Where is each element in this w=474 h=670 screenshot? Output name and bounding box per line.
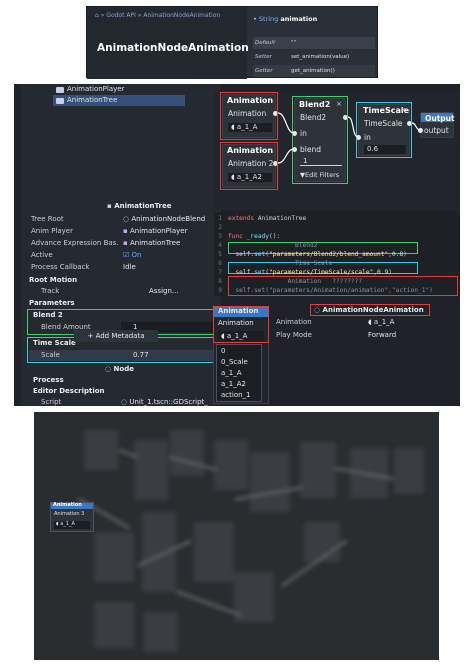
code-token: self.set("parameters/Animation/animation…	[228, 287, 433, 294]
node-path-icon: ▪	[123, 227, 128, 235]
code-token: 0.9	[377, 269, 389, 276]
code-token: set	[254, 251, 266, 258]
track-row[interactable]: Track Assign...	[29, 286, 217, 297]
play-mode-row[interactable]: Play Mode Forward	[274, 330, 458, 341]
track-assign-button[interactable]: Assign...	[149, 286, 179, 297]
property-name: animation	[280, 15, 318, 23]
script-value[interactable]: ◌ Unit_1.tscn::GDScript_	[121, 397, 208, 408]
tree-item-label: AnimationTree	[67, 96, 118, 104]
anim-player-row[interactable]: Anim Player ▪ AnimationPlayer	[29, 226, 217, 237]
checkbox-checked-icon: ☑	[123, 251, 130, 259]
node-path-icon: ▪	[123, 239, 128, 247]
section-editor-description[interactable]: Editor Description	[33, 386, 221, 396]
code-token: 0.8	[391, 251, 404, 258]
setter-key: Setter	[255, 54, 272, 60]
code-token: Animation ????????	[228, 278, 363, 285]
advance-expression-value[interactable]: ▪ AnimationTree	[123, 238, 180, 249]
getter-value: get_animation()	[291, 68, 335, 74]
code-line[interactable]: 9 self.set("parameters/Animation/animati…	[214, 286, 460, 296]
option-a-1-a[interactable]: a_1_A	[221, 369, 242, 377]
tree-item-animationplayer[interactable]: AnimationPlayer	[53, 84, 185, 95]
animationnode-tab-highlight	[310, 304, 430, 316]
blurred-graph-panel: Animation Animation 3 ◖ a_1_A	[34, 412, 439, 660]
tree-item-animationtree[interactable]: AnimationTree	[53, 95, 185, 106]
animation-property-row[interactable]: Animation ◖ a_1_A	[274, 317, 458, 328]
animation-dropdown-node[interactable]: Animation Animation ◖ a_1_A 0 0_Scale a_…	[213, 306, 269, 404]
active-row[interactable]: Active ☑ On	[29, 250, 217, 261]
left-dock: AnimationPlayer AnimationTree ▪ Animatio…	[21, 84, 221, 406]
scale-field[interactable]: 0.77	[133, 350, 149, 361]
line-number: 9	[218, 287, 222, 294]
option-a-1-a2[interactable]: a_1_A2	[221, 380, 246, 388]
code-token: AnimationTree	[257, 215, 307, 222]
play-mode-select[interactable]: Forward	[368, 330, 396, 341]
animation-node-3[interactable]: Animation Animation 3 ◖ a_1_A	[50, 502, 94, 532]
code-token: )	[403, 251, 407, 258]
docs-panel: ⌂ » Godot API » AnimationNodeAnimation A…	[86, 6, 378, 79]
active-checkbox[interactable]: ☑ On	[123, 250, 141, 261]
code-token: ():	[269, 233, 281, 240]
code-token: Blend2	[228, 242, 318, 249]
inspector-tab[interactable]: ▪ AnimationTree	[107, 202, 172, 210]
setter-value: set_animation(value)	[291, 54, 350, 60]
animationplayer-icon	[56, 87, 64, 93]
tree-root-row[interactable]: Tree Root ◌ AnimationNodeBlend	[29, 214, 217, 225]
code-token: _ready	[246, 233, 269, 240]
section-parameters[interactable]: Parameters	[29, 298, 217, 308]
property-line: • String animation	[253, 15, 318, 23]
add-metadata-button[interactable]: + Add Metadata	[74, 330, 158, 342]
dropdown-options[interactable]: 0 0_Scale a_1_A a_1_A2 action_1	[216, 344, 262, 402]
getter-key: Getter	[255, 68, 273, 74]
default-row: Default ""	[253, 37, 375, 49]
getter-row: Getter get_animation()	[253, 65, 375, 77]
editor-window: AnimationPlayer AnimationTree ▪ Animatio…	[14, 84, 460, 406]
code-token: self.	[228, 269, 255, 276]
breadcrumb[interactable]: ⌂ » Godot API » AnimationNodeAnimation	[95, 12, 220, 19]
blend-tree-graph[interactable]: Animation Animation ◖ a_1_A Animation An…	[214, 92, 460, 210]
property-type[interactable]: String	[259, 15, 278, 23]
code-token: "parameters/TimeScale/scale"	[269, 269, 374, 276]
code-token: Time Scale	[228, 260, 333, 267]
tree-item-label: AnimationPlayer	[67, 85, 125, 93]
code-token: "parameters/Blend2/blend_amount"	[269, 251, 389, 258]
code-token: func	[228, 233, 247, 240]
tree-root-value[interactable]: ◌ AnimationNodeBlend	[123, 214, 205, 225]
advance-expression-row[interactable]: Advance Expression Bas... ▪ AnimationTre…	[29, 238, 217, 249]
animation-property-value[interactable]: ◖ a_1_A	[368, 317, 394, 328]
process-callback-row[interactable]: Process Callback Idle	[29, 262, 217, 273]
script-editor[interactable]: 1 extends AnimationTree 2 3 func _ready(): 4 …	[214, 212, 460, 296]
code-token: self.	[228, 251, 255, 258]
option-0[interactable]: 0	[221, 347, 225, 355]
process-callback-select[interactable]: Idle	[123, 262, 136, 273]
section-process[interactable]: Process	[33, 375, 221, 385]
scale-row[interactable]: Scale 0.77	[29, 350, 217, 361]
anim-player-value[interactable]: ▪ AnimationPlayer	[123, 226, 187, 237]
default-key: Default	[255, 40, 276, 46]
script-row[interactable]: Script ◌ Unit_1.tscn::GDScript_	[29, 397, 217, 408]
dropdown-node-highlight	[213, 306, 269, 343]
page-title: AnimationNodeAnimation	[97, 42, 249, 54]
animationtree-icon	[56, 98, 64, 104]
default-value: ""	[291, 40, 297, 46]
docs-left-pane: ⌂ » Godot API » AnimationNodeAnimation A…	[87, 7, 249, 79]
section-root-motion[interactable]: Root Motion	[29, 275, 217, 285]
code-token: set	[254, 269, 266, 276]
option-action-1[interactable]: action_1	[221, 391, 251, 399]
code-token: extends	[228, 215, 258, 222]
code-token: )	[388, 269, 392, 276]
animation-select-3[interactable]: ◖ a_1_A	[54, 521, 90, 529]
section-blend2[interactable]: Blend 2	[33, 310, 221, 320]
node-wires	[277, 112, 421, 164]
option-0-scale[interactable]: 0_Scale	[221, 358, 248, 366]
setter-row: Setter set_animation(value)	[253, 51, 375, 63]
